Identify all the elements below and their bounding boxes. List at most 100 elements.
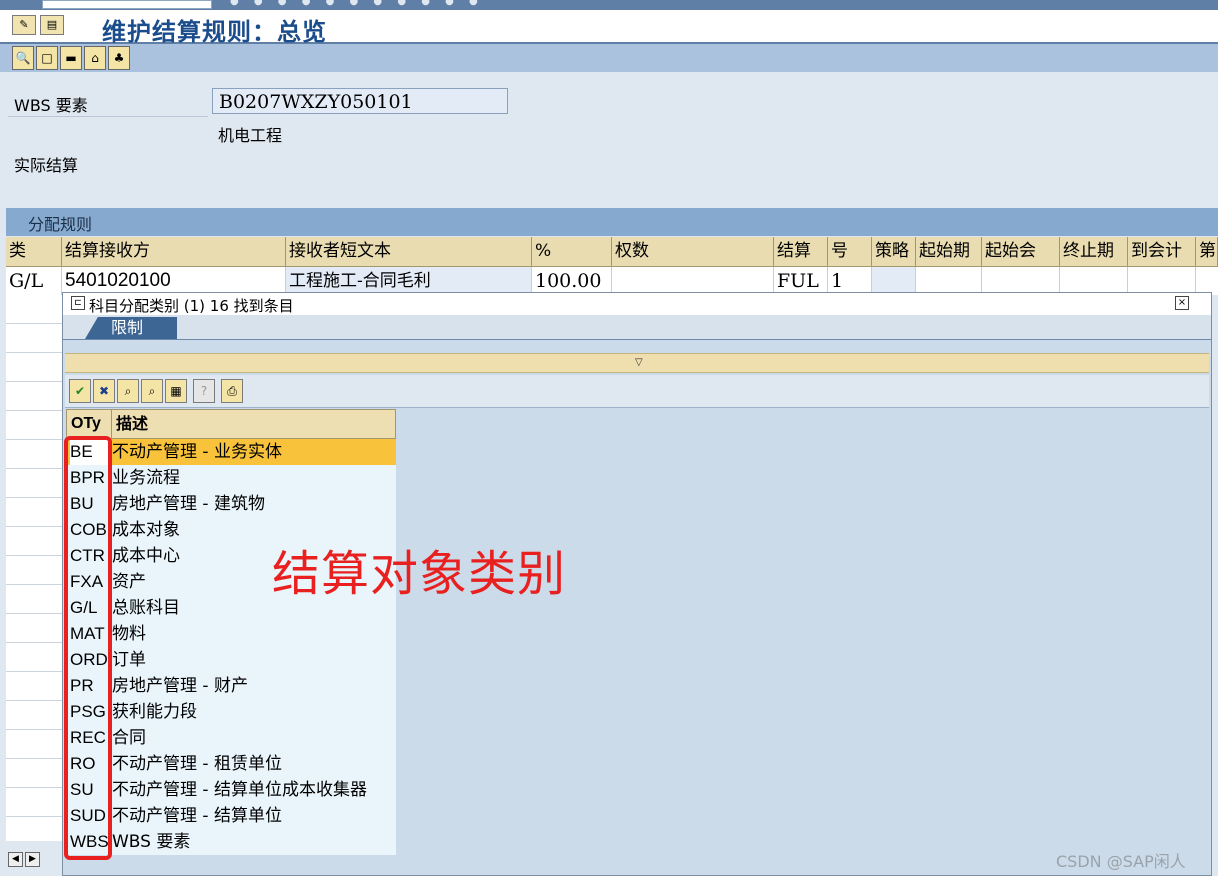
annotation-label: 结算对象类别 [272,546,567,602]
list-item-desc: 房地产管理 - 财产 [112,676,248,696]
list-item[interactable]: MAT 物料 [66,621,396,647]
cell-to-fiscal[interactable] [1128,267,1196,295]
table-scroll-buttons: ◀ ▶ [8,846,42,867]
sort-icon[interactable]: ▦ [165,379,187,403]
value-help-popup: ⊏ 科目分配类别 (1) 16 找到条目 × 限制 ▽ ✔ ✖ ⌕ ⌕ ▦ ? … [62,292,1212,876]
list-item-desc: 不动产管理 - 租赁单位 [112,754,282,774]
system-toolbar-icons: ● ● ● ● ● ● ● ● ● ● ● [230,0,484,7]
cell-settlement[interactable]: FUL [774,267,828,295]
cell-from-fiscal[interactable] [982,267,1060,295]
list-item-desc: 房地产管理 - 建筑物 [112,494,265,514]
popup-title: 科目分配类别 (1) 16 找到条目 [89,297,294,315]
list-item[interactable]: BE 不动产管理 - 业务实体 [66,439,396,465]
list-item-desc: WBS 要素 [112,832,191,852]
list-item-desc: 订单 [112,650,146,670]
list-item[interactable]: BPR 业务流程 [66,465,396,491]
col-short-text[interactable]: 接收者短文本 [286,237,532,266]
cell-from-period[interactable] [916,267,982,295]
distribution-rules-header: 分配规则 [6,208,1218,236]
title-bar: ✎ ▤ 维护结算规则：总览 [0,10,1218,46]
wbs-label: WBS 要素 [14,96,88,115]
label-underline [8,116,208,117]
list-item[interactable]: WBS WBS 要素 [66,829,396,855]
list-item-desc: 成本中心 [112,546,180,566]
list-item[interactable]: PSG 获利能力段 [66,699,396,725]
col-to-period[interactable]: 终止期 [1060,237,1128,266]
list-item-desc: 不动产管理 - 结算单位成本收集器 [112,780,367,800]
structure-icon[interactable]: ♣ [108,46,130,70]
header-form: WBS 要素 B0207WXZY050101 机电工程 实际结算 [0,72,1218,206]
delete-icon[interactable]: ▬ [60,46,82,70]
cell-strategy[interactable] [872,267,916,295]
cell-type[interactable]: G/L [6,267,62,295]
new-entry-icon[interactable]: □ [36,46,58,70]
list-item[interactable]: REC 合同 [66,725,396,751]
tab-restrictions[interactable]: 限制 [85,317,177,339]
list-item[interactable]: SU 不动产管理 - 结算单位成本收集器 [66,777,396,803]
settlement-label: 实际结算 [14,156,79,175]
list-item-desc: 总账科目 [112,598,180,618]
list-item-desc: 获利能力段 [112,702,197,722]
highlight-box [64,436,112,860]
scroll-right-icon[interactable]: ▶ [25,852,40,867]
col-to-fiscal[interactable]: 到会计 [1128,237,1196,266]
print-icon[interactable]: ⎙ [221,379,243,403]
cell-receiver[interactable]: 5401020100 [62,267,286,295]
hierarchy-icon[interactable]: ⌂ [84,46,106,70]
col-from-period[interactable]: 起始期 [916,237,982,266]
col-receiver[interactable]: 结算接收方 [62,237,286,266]
other-object-icon[interactable]: ▤ [40,15,64,35]
command-field[interactable] [42,0,212,9]
wbs-element-field[interactable]: B0207WXZY050101 [212,88,508,114]
col-weight[interactable]: 权数 [612,237,774,266]
wbs-description: 机电工程 [218,126,283,145]
cell-percent[interactable]: 100.00 [532,267,612,295]
list-header: OTy 描述 [66,409,396,439]
col-more[interactable]: 第 [1196,237,1218,266]
info-icon: ? [193,379,215,403]
list-item-desc: 不动产管理 - 结算单位 [112,806,282,826]
list-header-code[interactable]: OTy [71,410,101,438]
col-type[interactable]: 类 [6,237,62,266]
application-toolbar: 🔍 □ ▬ ⌂ ♣ [0,44,1218,72]
list-item-desc: 资产 [112,572,146,592]
page-title: 维护结算规则：总览 [102,17,327,46]
watermark: CSDN @SAP闲人 [1056,852,1186,871]
detail-icon[interactable]: 🔍 [12,46,34,70]
table-column-header: 类 结算接收方 接收者短文本 % 权数 结算 号 策略 起始期 起始会 终止期 … [6,237,1218,267]
list-item-desc: 不动产管理 - 业务实体 [112,442,282,462]
cell-number[interactable]: 1 [828,267,872,295]
close-icon[interactable]: × [1175,296,1189,310]
scroll-left-icon[interactable]: ◀ [8,852,23,867]
col-settlement[interactable]: 结算 [774,237,828,266]
col-from-fiscal[interactable]: 起始会 [982,237,1060,266]
list-header-desc[interactable]: 描述 [111,410,148,438]
list-item[interactable]: SUD 不动产管理 - 结算单位 [66,803,396,829]
cell-short-text[interactable]: 工程施工-合同毛利 [286,267,532,295]
find-icon[interactable]: ⌕ [117,379,139,403]
window-icon: ⊏ [71,296,85,310]
section-title: 分配规则 [28,215,93,234]
popup-toolbar: ✔ ✖ ⌕ ⌕ ▦ ? ⎙ [65,375,1209,408]
table-row[interactable]: G/L 5401020100 工程施工-合同毛利 100.00 FUL 1 [6,267,1218,295]
list-item-desc: 业务流程 [112,468,180,488]
cell-to-period[interactable] [1060,267,1128,295]
chevron-down-icon[interactable]: ▽ [635,354,643,372]
list-item[interactable]: BU 房地产管理 - 建筑物 [66,491,396,517]
system-toolbar: ● ● ● ● ● ● ● ● ● ● ● [0,0,1218,10]
popup-title-bar: ⊏ 科目分配类别 (1) 16 找到条目 × [63,293,1211,316]
display-change-icon[interactable]: ✎ [12,15,36,35]
list-item[interactable]: ORD 订单 [66,647,396,673]
col-number[interactable]: 号 [828,237,872,266]
list-item[interactable]: PR 房地产管理 - 财产 [66,673,396,699]
cell-weight[interactable] [612,267,774,295]
cancel-icon[interactable]: ✖ [93,379,115,403]
col-percent[interactable]: % [532,237,612,266]
list-item-desc: 物料 [112,624,146,644]
restrictions-collapse-bar[interactable]: ▽ [65,353,1209,373]
find-next-icon[interactable]: ⌕ [141,379,163,403]
option-list: OTy 描述 BE 不动产管理 - 业务实体 BPR 业务流程 BU 房地产管理 - 建筑… [66,409,396,855]
col-strategy[interactable]: 策略 [872,237,916,266]
confirm-icon[interactable]: ✔ [69,379,91,403]
list-item[interactable]: RO 不动产管理 - 租赁单位 [66,751,396,777]
